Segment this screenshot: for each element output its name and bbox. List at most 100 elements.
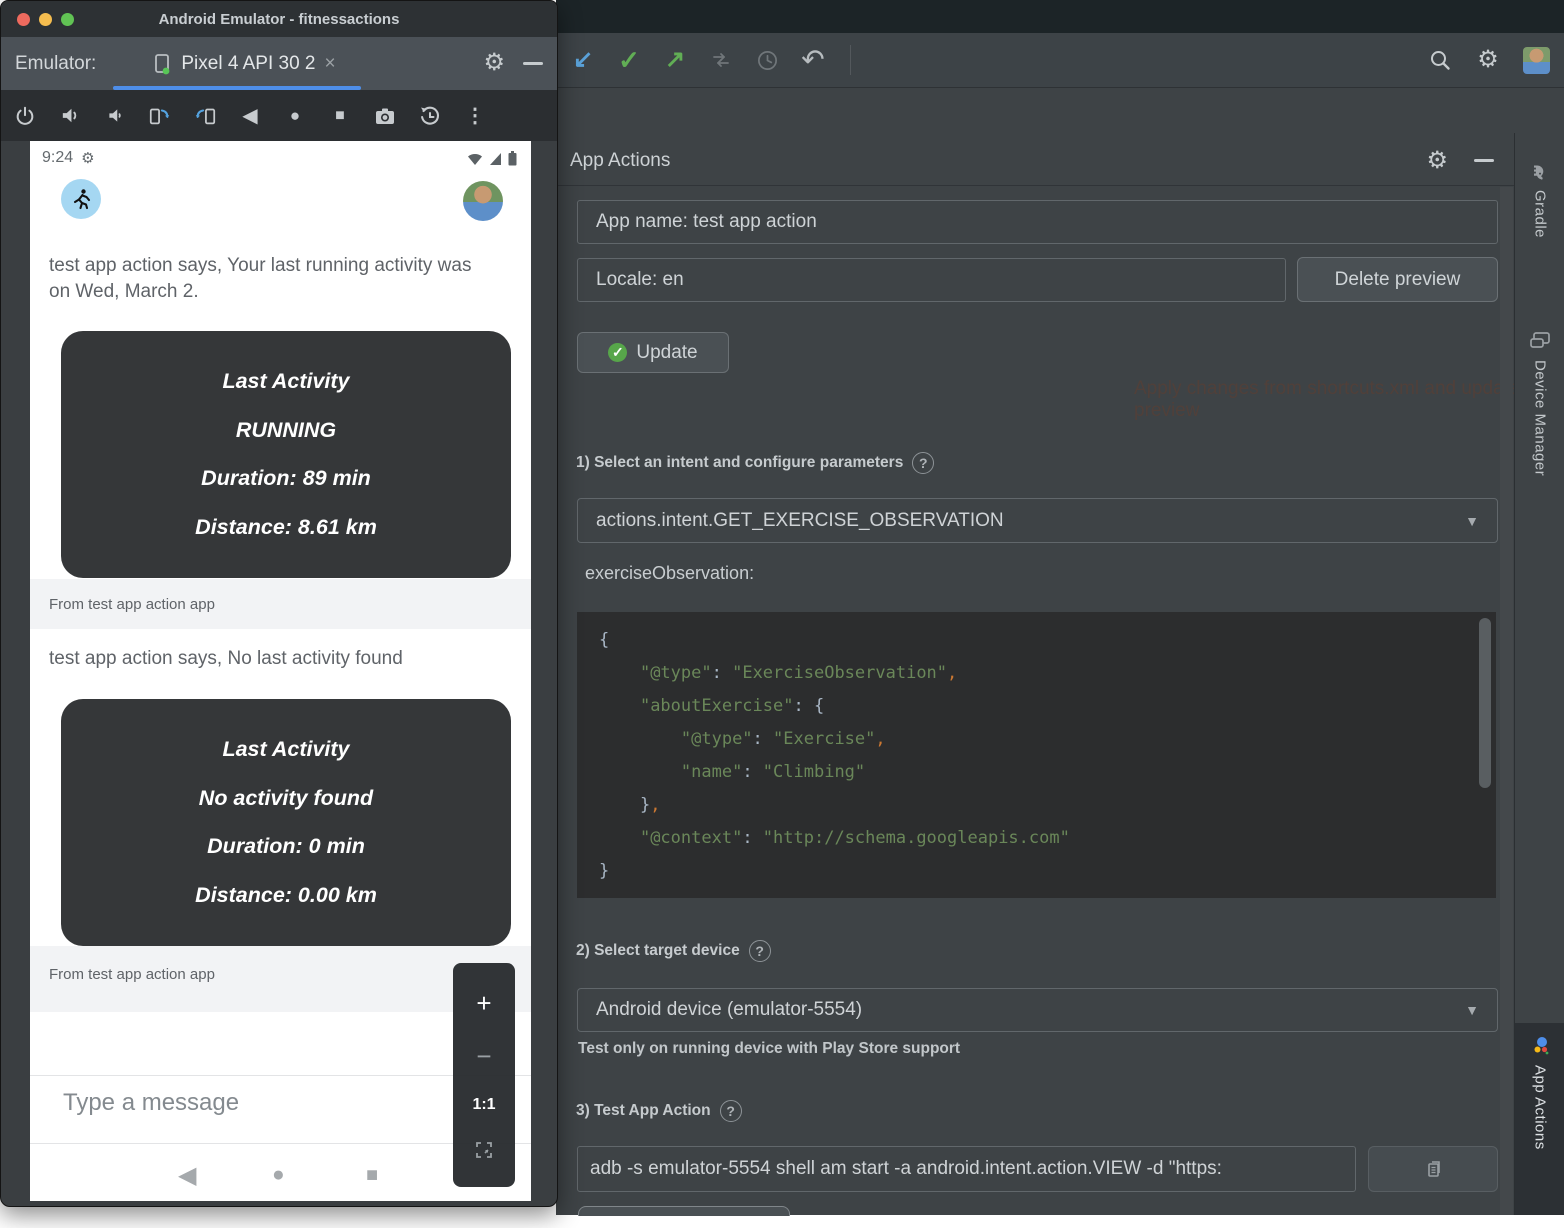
- message-input[interactable]: Type a message: [63, 1089, 239, 1117]
- card-line: Duration: 89 min: [61, 466, 511, 491]
- section-2-help-icon[interactable]: ?: [749, 940, 771, 962]
- tab-gradle[interactable]: Gradle: [1515, 148, 1564, 303]
- battery-icon: [508, 151, 517, 166]
- section-2-label: 2) Select target device ?: [576, 940, 771, 962]
- copy-button[interactable]: [1368, 1146, 1498, 1192]
- code-line: "name": "Climbing": [599, 756, 1496, 789]
- locale-field[interactable]: Locale: en: [577, 258, 1286, 302]
- power-icon[interactable]: [13, 104, 37, 128]
- main-toolbar: ↙ ✓ ↗ ↶ ⚙: [556, 33, 1564, 88]
- section-1-text: 1) Select an intent and configure parame…: [576, 454, 903, 472]
- section-1-label: 1) Select an intent and configure parame…: [576, 452, 934, 474]
- emulator-tab-bar: Emulator: Pixel 4 API 30 2 × ⚙: [1, 37, 557, 90]
- zoom-out-button[interactable]: −: [476, 1043, 491, 1069]
- toolbar-divider: [850, 45, 851, 75]
- emulator-label: Emulator:: [15, 53, 96, 75]
- volume-down-icon[interactable]: [103, 104, 127, 128]
- gradle-elephant-icon: [1528, 158, 1552, 182]
- history-clock-icon[interactable]: [754, 47, 780, 73]
- device-manager-icon: [1528, 328, 1552, 352]
- status-settings-gear-icon: ⚙: [81, 149, 94, 167]
- emulator-zoom-panel: + − 1:1: [453, 963, 515, 1187]
- activity-card-2: Last Activity No activity found Duration…: [61, 699, 511, 946]
- back-icon[interactable]: ◀: [238, 104, 262, 128]
- fit-to-screen-button[interactable]: [474, 1140, 494, 1160]
- mac-zoom-button[interactable]: [61, 13, 74, 26]
- mac-minimize-button[interactable]: [39, 13, 52, 26]
- emulator-device-tab[interactable]: Pixel 4 API 30 2 ×: [119, 37, 369, 90]
- code-line: {: [599, 624, 1496, 657]
- android-home-button[interactable]: ●: [272, 1163, 285, 1187]
- status-bar-icons: [467, 151, 517, 166]
- card-line: Distance: 8.61 km: [61, 515, 511, 540]
- device-dropdown[interactable]: Android device (emulator-5554) ▼: [577, 988, 1498, 1032]
- rotate-left-icon[interactable]: [148, 104, 172, 128]
- zoom-reset-button[interactable]: 1:1: [472, 1097, 495, 1113]
- screenshot-root: ↙ ✓ ↗ ↶ ⚙ App Action: [0, 0, 1564, 1228]
- intent-dropdown-value: actions.intent.GET_EXERCISE_OBSERVATION: [596, 510, 1004, 532]
- app-actions-panel-header: App Actions ⚙: [556, 136, 1514, 186]
- search-icon[interactable]: [1427, 47, 1453, 73]
- code-line: },: [599, 789, 1496, 822]
- commit-check-icon[interactable]: ✓: [616, 47, 642, 73]
- undo-icon[interactable]: ↶: [800, 47, 826, 73]
- update-check-icon: ✓: [608, 343, 627, 362]
- settings-gear-icon[interactable]: ⚙: [1475, 47, 1501, 73]
- android-back-button[interactable]: ◀: [178, 1161, 196, 1190]
- adb-command-field[interactable]: adb -s emulator-5554 shell am start -a a…: [577, 1146, 1356, 1192]
- section-1-help-icon[interactable]: ?: [912, 452, 934, 474]
- panel-scrollbar[interactable]: [1500, 187, 1513, 1215]
- status-bar: 9:24 ⚙: [42, 149, 95, 167]
- run-app-action-button-partial[interactable]: [578, 1206, 790, 1216]
- tab-close-icon[interactable]: ×: [325, 53, 336, 75]
- home-icon[interactable]: ●: [283, 104, 307, 128]
- user-avatar[interactable]: [1523, 47, 1550, 74]
- update-button[interactable]: ✓ Update: [577, 332, 729, 373]
- screenshot-camera-icon[interactable]: [373, 104, 397, 128]
- android-recents-button[interactable]: ■: [366, 1164, 378, 1187]
- app-name-field[interactable]: App name: test app action: [577, 200, 1498, 244]
- snapshots-icon[interactable]: [418, 104, 442, 128]
- code-line: "@type": "Exercise",: [599, 723, 1496, 756]
- emulator-settings-gear-icon[interactable]: ⚙: [483, 51, 505, 75]
- ide-top-strip: [556, 0, 1564, 33]
- code-line: }: [599, 855, 1496, 888]
- device-dropdown-caret-icon: ▼: [1465, 1002, 1479, 1018]
- rotate-right-icon[interactable]: [193, 104, 217, 128]
- code-scrollbar-thumb[interactable]: [1479, 618, 1491, 788]
- intent-dropdown[interactable]: actions.intent.GET_EXERCISE_OBSERVATION …: [577, 498, 1498, 543]
- push-changes-icon[interactable]: ↗: [662, 47, 688, 73]
- json-code[interactable]: { "@type": "ExerciseObservation", "about…: [577, 612, 1496, 898]
- pull-changes-icon[interactable]: ↙: [570, 47, 596, 73]
- section-3-label: 3) Test App Action ?: [576, 1100, 742, 1122]
- adb-command-value: adb -s emulator-5554 shell am start -a a…: [590, 1158, 1222, 1180]
- delete-preview-button[interactable]: Delete preview: [1297, 257, 1498, 302]
- overview-icon[interactable]: ■: [328, 104, 352, 128]
- card-line: RUNNING: [61, 418, 511, 443]
- app-avatar: [61, 179, 101, 219]
- code-line: "aboutExercise": {: [599, 690, 1496, 723]
- section-3-help-icon[interactable]: ?: [720, 1100, 742, 1122]
- merge-icon[interactable]: [708, 47, 734, 73]
- activity-card-1: Last Activity RUNNING Duration: 89 min D…: [61, 331, 511, 578]
- zoom-in-button[interactable]: +: [476, 990, 491, 1016]
- more-options-icon[interactable]: ⋮: [463, 104, 487, 128]
- card-line: Last Activity: [61, 737, 511, 762]
- caption-band-1: From test app action app: [30, 579, 531, 629]
- card-source-caption-2: From test app action app: [49, 966, 215, 983]
- panel-title: App Actions: [570, 150, 670, 172]
- device-tab-icon: [152, 53, 172, 75]
- assistant-message-2: test app action says, No last activity f…: [49, 646, 479, 672]
- update-label: Update: [636, 342, 697, 364]
- tab-device-manager[interactable]: Device Manager: [1515, 318, 1564, 563]
- card-line: Last Activity: [61, 369, 511, 394]
- emulator-minimize-icon[interactable]: [523, 62, 543, 65]
- panel-minimize-icon[interactable]: [1474, 159, 1494, 162]
- volume-up-icon[interactable]: [58, 104, 82, 128]
- tab-app-actions[interactable]: App Actions: [1515, 1023, 1564, 1215]
- wifi-icon: [467, 152, 483, 166]
- panel-gear-icon[interactable]: ⚙: [1426, 149, 1448, 173]
- assistant-icon: [1528, 1033, 1552, 1057]
- mac-close-button[interactable]: [17, 13, 30, 26]
- card-line: Duration: 0 min: [61, 834, 511, 859]
